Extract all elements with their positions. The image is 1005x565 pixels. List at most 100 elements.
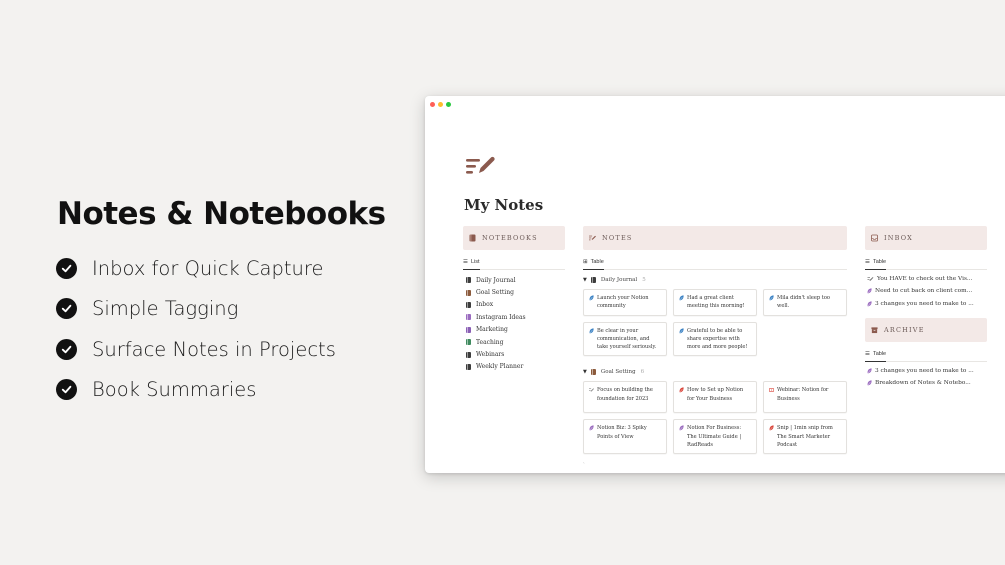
view-tab-table[interactable]: ☰ Table (865, 259, 887, 270)
feature-label: Surface Notes in Projects (92, 337, 336, 361)
note-group: ▼ Daily Journal 5 Launch your Notion commun… (583, 274, 847, 357)
close-window-button[interactable] (430, 102, 435, 107)
notebook-label: Instagram Ideas (476, 313, 526, 321)
triangle-down-icon: ▼ (583, 369, 587, 376)
book-icon (466, 314, 471, 321)
card-grid: Launch your Notion community Had a great … (583, 289, 847, 357)
leaf-icon (589, 425, 594, 431)
checkmark-icon (56, 298, 77, 320)
feature-item: Simple Tagging (56, 289, 336, 330)
note-card[interactable]: Notion Biz: 3 Spiky Points of View (583, 419, 667, 455)
notebook-label: Goal Setting (476, 289, 514, 297)
notebook-label: Teaching (476, 338, 504, 346)
archive-row-title: 3 changes you need to make to ... (875, 368, 974, 375)
book-icon (466, 351, 471, 358)
notebook-item[interactable]: Inbox (463, 299, 565, 311)
notebook-item[interactable]: Goal Setting (463, 286, 565, 298)
book-icon (466, 363, 471, 370)
group-name: Daily Journal (600, 277, 638, 283)
book-icon (466, 326, 471, 333)
leaf-icon (867, 368, 872, 374)
notes-pencil-icon (867, 277, 874, 282)
inbox-row[interactable]: You HAVE to check out the Vis... (865, 273, 987, 285)
card-grid: Focus on building the foundation for 202… (583, 381, 847, 455)
leaf-icon (769, 295, 774, 301)
inbox-rows: You HAVE to check out the Vis... Need to … (865, 273, 987, 310)
inbox-header[interactable]: INBOX (865, 226, 987, 250)
note-card-title: Focus on building the foundation for 202… (597, 387, 653, 402)
notebooks-header-label: NOTEBOOKS (482, 234, 538, 242)
book-icon (590, 277, 596, 283)
archive-box-icon (871, 326, 878, 334)
leaf-icon (589, 327, 594, 333)
leaf-icon (867, 380, 872, 386)
note-card[interactable]: Be clear in your communication, and take… (583, 321, 667, 357)
inbox-row-title: Need to cut back on client com... (875, 288, 973, 295)
checkmark-icon (56, 338, 77, 360)
inbox-row-title: 3 changes you need to make to ... (875, 300, 974, 307)
note-card[interactable]: Webinar: Notion for Business (763, 381, 847, 414)
leaf-icon (679, 327, 684, 333)
window-controls (430, 102, 451, 107)
notebook-item[interactable]: Instagram Ideas (463, 311, 565, 323)
leaf-icon (679, 425, 684, 431)
checkmark-icon (56, 379, 77, 401)
notebook-item[interactable]: Daily Journal (463, 274, 565, 286)
divider (583, 269, 847, 270)
group-toggle[interactable]: ▼ Daily Journal 5 (583, 274, 847, 286)
webinar-icon (769, 388, 774, 393)
archive-header[interactable]: ARCHIVE (865, 317, 987, 342)
leaf-icon (679, 387, 684, 393)
note-card[interactable]: Focus on building the foundation for 202… (583, 381, 667, 414)
notebook-item[interactable]: Teaching (463, 336, 565, 348)
view-tab-label: Table (872, 350, 887, 357)
note-card[interactable]: Notion For Business: The Ultimate Guide … (673, 419, 757, 455)
note-card[interactable]: Mila didn't sleep too well. (763, 289, 847, 316)
inbox-row[interactable]: Need to cut back on client com... (865, 285, 987, 297)
leaf-icon (769, 425, 774, 431)
leaf-icon (679, 295, 684, 301)
note-card[interactable]: Snip | 1min snip from The Smart Marketer… (763, 419, 847, 455)
view-tab-table[interactable]: ☰ Table (865, 350, 887, 362)
view-tab-label: List (470, 259, 480, 265)
notebook-item[interactable]: Marketing (463, 324, 565, 336)
notebook-item[interactable]: Webinars (463, 348, 565, 360)
maximize-window-button[interactable] (446, 102, 451, 107)
group-name: Goal Setting (600, 369, 636, 376)
notebook-list: Daily Journal Goal Setting Inbox Instagram … (463, 274, 565, 373)
note-card[interactable]: How to Set up Notion for Your Business (673, 381, 757, 414)
archive-rows: 3 changes you need to make to ... Breakdo… (865, 365, 987, 390)
triangle-down-icon: ▼ (583, 277, 587, 283)
minimize-window-button[interactable] (438, 102, 443, 107)
book-icon (469, 234, 476, 242)
more-indicator: ˎ (583, 458, 585, 465)
leaf-icon (589, 295, 594, 301)
view-tab-table[interactable]: ⊞ Table (583, 259, 604, 270)
view-tab-label: Table (872, 259, 887, 265)
note-card[interactable]: Had a great client meeting this morning! (673, 289, 757, 316)
notes-header[interactable]: NOTES (583, 226, 847, 250)
group-count: 5 (642, 277, 646, 283)
notes-pencil-icon[interactable] (465, 154, 497, 176)
hero-title: Notes & Notebooks (57, 196, 386, 232)
note-card[interactable]: Grateful to be able to share expertise w… (673, 321, 757, 357)
archive-row[interactable]: Breakdown of Notes & Notebo... (865, 377, 987, 389)
notebook-label: Inbox (476, 301, 494, 309)
notebooks-header[interactable]: NOTEBOOKS (463, 226, 565, 250)
note-card-title: Snip | 1min snip from The Smart Marketer… (777, 425, 833, 449)
note-card-title: Webinar: Notion for Business (777, 387, 829, 402)
book-icon (466, 339, 471, 346)
feature-item: Book Summaries (56, 370, 336, 411)
notebook-item[interactable]: Weekly Planner (463, 361, 565, 373)
archive-header-label: ARCHIVE (884, 325, 925, 334)
group-toggle[interactable]: ▼ Goal Setting 6 (583, 366, 847, 378)
inbox-row[interactable]: 3 changes you need to make to ... (865, 298, 987, 310)
inbox-section: INBOX ☰ Table You HAVE to check out the V… (865, 226, 987, 389)
page-title[interactable]: My Notes (464, 196, 543, 214)
archive-row[interactable]: 3 changes you need to make to ... (865, 365, 987, 377)
note-card-title: How to Set up Notion for Your Business (687, 387, 744, 402)
note-card[interactable]: Launch your Notion community (583, 289, 667, 316)
book-icon (466, 301, 471, 308)
note-group: ▼ Goal Setting 6 Focus on building the foun… (583, 366, 847, 455)
view-tab-list[interactable]: ☰ List (463, 259, 480, 270)
